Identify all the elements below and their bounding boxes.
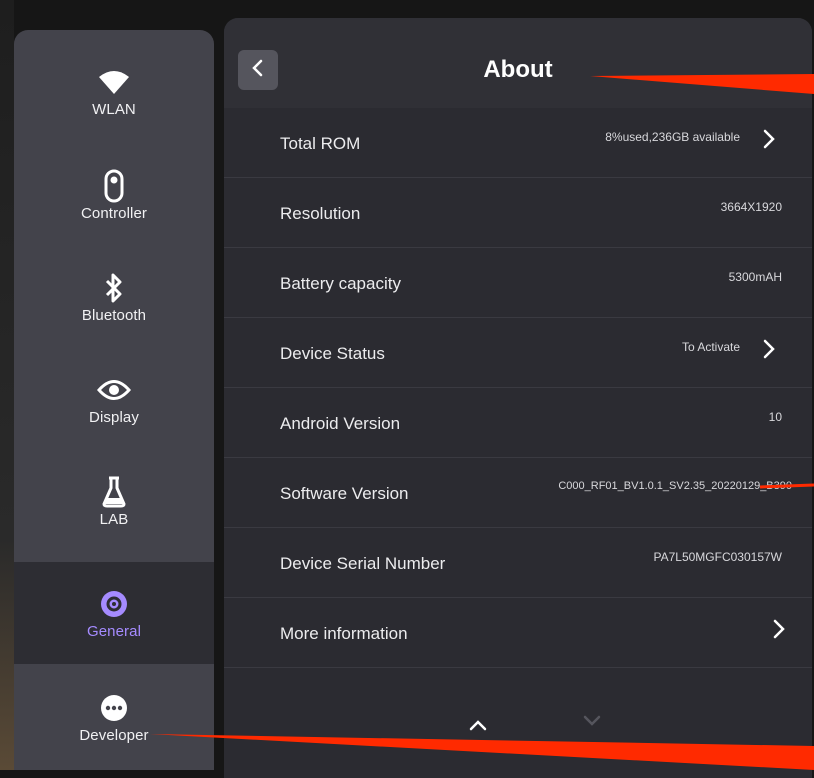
sidebar-item-lab[interactable]: LAB	[14, 450, 214, 552]
sidebar-item-label: Developer	[79, 726, 149, 744]
sidebar-item-controller[interactable]: Controller	[14, 144, 214, 246]
bluetooth-icon	[94, 271, 134, 305]
sidebar-item-label: Bluetooth	[81, 306, 147, 324]
row-value: 8%used,236GB available	[605, 130, 740, 144]
row-device-serial-number: Device Serial Number PA7L50MGFC030157W	[224, 528, 812, 598]
row-label: More information	[280, 624, 408, 643]
sidebar-item-bluetooth[interactable]: Bluetooth	[14, 246, 214, 348]
chevron-down-icon[interactable]	[582, 714, 602, 733]
row-label: Device Serial Number	[280, 554, 446, 573]
row-device-status[interactable]: Device Status To Activate	[224, 318, 812, 388]
about-panel: About Total ROM 8%used,236GB available R…	[224, 18, 812, 778]
wifi-icon	[94, 65, 134, 99]
row-resolution: Resolution 3664X1920	[224, 178, 812, 248]
chevron-up-icon[interactable]	[468, 718, 488, 737]
row-value: C000_RF01_BV1.0.1_SV2.35_20220129_B390	[558, 480, 792, 492]
sidebar-item-wlan[interactable]: WLAN	[14, 40, 214, 142]
page-title: About	[483, 56, 553, 83]
row-value: 10	[768, 410, 782, 424]
row-label: Android Version	[280, 414, 401, 433]
sidebar-item-developer[interactable]: Developer	[14, 666, 214, 768]
row-value: 5300mAH	[728, 270, 782, 284]
row-value: 3664X1920	[720, 200, 782, 214]
eye-icon	[94, 373, 134, 407]
chevron-right-icon	[763, 129, 775, 149]
background-wall	[0, 0, 14, 770]
sidebar-item-label: Controller	[80, 204, 148, 222]
sidebar-item-label: LAB	[99, 510, 129, 528]
more-dots-icon	[94, 691, 134, 725]
row-android-version: Android Version 10	[224, 388, 812, 458]
gear-icon	[94, 587, 134, 621]
sidebar-item-display[interactable]: Display	[14, 348, 214, 450]
sidebar-item-label: Display	[89, 408, 139, 426]
row-more-information[interactable]: More information	[224, 598, 812, 668]
chevron-right-icon	[773, 619, 785, 639]
sidebar-item-label: General	[86, 622, 142, 640]
row-battery-capacity: Battery capacity 5300mAH	[224, 248, 812, 318]
row-label: Resolution	[280, 204, 361, 223]
controller-icon	[94, 169, 134, 203]
flask-icon	[94, 475, 134, 509]
row-label: Battery capacity	[280, 274, 401, 293]
pager	[224, 704, 812, 744]
chevron-right-icon	[763, 339, 775, 359]
row-label: Software Version	[280, 484, 409, 503]
row-software-version: Software Version C000_RF01_BV1.0.1_SV2.3…	[224, 458, 812, 528]
settings-sidebar: WLAN Controller Bluetooth Display LAB Ge…	[14, 30, 214, 770]
row-label: Device Status	[280, 344, 385, 363]
row-value: To Activate	[681, 340, 740, 354]
sidebar-item-label: WLAN	[92, 100, 136, 118]
row-value: PA7L50MGFC030157W	[653, 550, 782, 564]
row-label: Total ROM	[280, 134, 361, 153]
panel-header: About	[224, 18, 812, 108]
row-total-rom[interactable]: Total ROM 8%used,236GB available	[224, 108, 812, 178]
sidebar-item-general[interactable]: General	[14, 562, 214, 664]
